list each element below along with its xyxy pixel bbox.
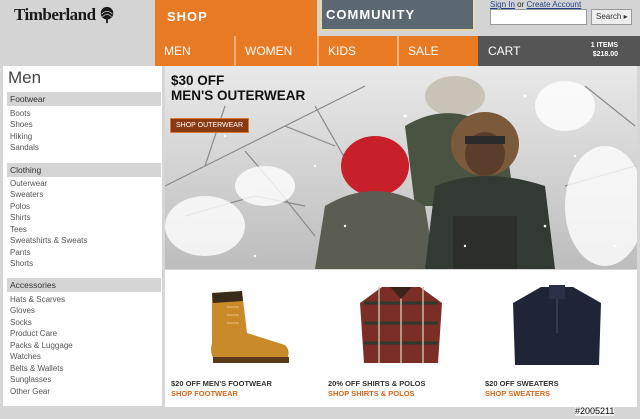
product-card-shirts[interactable]: 20% OFF SHIRTS & POLOS SHOP SHIRTS & POL… — [324, 273, 478, 398]
promo-shirts-text: 20% OFF SHIRTS & POLOS — [328, 379, 426, 388]
shop-shirts-link[interactable]: SHOP SHIRTS & POLOS — [328, 389, 415, 399]
nav-item-kids[interactable]: KIDS — [319, 36, 399, 66]
plaid-shirt-icon — [360, 287, 442, 363]
shop-sweaters-link[interactable]: SHOP SWEATERS — [485, 389, 550, 399]
product-card-sweaters[interactable]: $20 OFF SWEATERS SHOP SWEATERS — [481, 273, 635, 398]
image-watermark: #2005211 — [575, 406, 615, 416]
sidebar-link-other-gear[interactable]: Other Gear — [10, 387, 50, 396]
cart-button[interactable]: CART 1 ITEMS $218.00 — [478, 36, 640, 66]
sidebar-link-boots[interactable]: Boots — [10, 109, 30, 118]
brand-logo[interactable]: Timberland — [14, 5, 116, 25]
account-links: Sign In or Create Account — [490, 0, 581, 9]
sidebar-link-hiking[interactable]: Hiking — [10, 132, 32, 141]
tree-logo-icon — [100, 6, 113, 24]
section-heading-clothing[interactable]: Clothing — [7, 163, 161, 177]
hero-title-line2: MEN'S OUTERWEAR — [171, 88, 306, 103]
cart-label: CART — [488, 44, 521, 58]
nav-item-sale[interactable]: SALE — [399, 36, 478, 66]
nav-item-men[interactable]: MEN — [155, 36, 236, 66]
hero-title-line1: $30 OFF — [171, 73, 225, 88]
sidebar-link-belts-wallets[interactable]: Belts & Wallets — [10, 364, 64, 373]
product-promos: $20 OFF MEN'S FOOTWEAR SHOP FOOTWEAR 20%… — [165, 270, 637, 407]
shop-footwear-link[interactable]: SHOP FOOTWEAR — [171, 389, 238, 399]
tab-community[interactable]: COMMUNITY — [320, 0, 475, 31]
section-heading-footwear[interactable]: Footwear — [7, 92, 161, 106]
search-button[interactable]: Search ▸ — [591, 9, 632, 25]
nav-item-women[interactable]: WOMEN — [236, 36, 319, 66]
sidebar-link-outerwear[interactable]: Outerwear — [10, 179, 47, 188]
sidebar-link-hats-scarves[interactable]: Hats & Scarves — [10, 295, 65, 304]
tab-shop-label: SHOP — [167, 9, 208, 24]
category-nav: MEN WOMEN KIDS SALE — [155, 36, 478, 66]
tab-shop[interactable]: SHOP — [155, 0, 317, 36]
cart-item-count: 1 ITEMS — [590, 42, 618, 49]
sidebar-link-sweatshirts[interactable]: Sweatshirts & Sweats — [10, 236, 87, 245]
site-header: Timberland SHOP COMMUNITY Sign In or Cre… — [0, 0, 640, 66]
sidebar-link-product-care[interactable]: Product Care — [10, 329, 57, 338]
boot-icon — [211, 291, 289, 363]
sidebar-link-packs-luggage[interactable]: Packs & Luggage — [10, 341, 73, 350]
sidebar-link-sandals[interactable]: Sandals — [10, 143, 39, 152]
sidebar-link-socks[interactable]: Socks — [10, 318, 32, 327]
search-input[interactable] — [490, 9, 587, 25]
sidebar-link-shorts[interactable]: Shorts — [10, 259, 33, 268]
product-card-footwear[interactable]: $20 OFF MEN'S FOOTWEAR SHOP FOOTWEAR — [167, 273, 321, 398]
promo-sweaters-text: $20 OFF SWEATERS — [485, 379, 559, 388]
sidebar-link-tees[interactable]: Tees — [10, 225, 27, 234]
sidebar-link-pants[interactable]: Pants — [10, 248, 30, 257]
shop-outerwear-button[interactable]: SHOP OUTERWEAR — [170, 118, 250, 133]
cart-summary: 1 ITEMS $218.00 — [591, 41, 618, 59]
sidebar-link-sunglasses[interactable]: Sunglasses — [10, 375, 51, 384]
sidebar-link-sweaters[interactable]: Sweaters — [10, 190, 43, 199]
hero-banner[interactable]: $30 OFF MEN'S OUTERWEAR SHOP OUTERWEAR — [165, 66, 637, 269]
sidebar-link-shoes[interactable]: Shoes — [10, 120, 33, 129]
sidebar-link-watches[interactable]: Watches — [10, 352, 41, 361]
tab-community-label: COMMUNITY — [326, 7, 416, 22]
section-heading-accessories[interactable]: Accessories — [7, 278, 161, 292]
account-or-text: or — [517, 0, 525, 9]
promo-footwear-text: $20 OFF MEN'S FOOTWEAR — [171, 379, 272, 388]
sign-in-link[interactable]: Sign In — [490, 0, 515, 9]
category-sidebar: Men Footwear Boots Shoes Hiking Sandals … — [3, 66, 162, 406]
sidebar-link-polos[interactable]: Polos — [10, 202, 30, 211]
cart-total: $218.00 — [592, 51, 618, 58]
sidebar-title: Men — [8, 68, 42, 87]
sidebar-link-gloves[interactable]: Gloves — [10, 306, 35, 315]
sweater-icon — [513, 285, 601, 365]
create-account-link[interactable]: Create Account — [527, 0, 582, 9]
hero-title: $30 OFF MEN'S OUTERWEAR — [171, 73, 305, 103]
sidebar-link-shirts[interactable]: Shirts — [10, 213, 30, 222]
brand-name: Timberland — [14, 5, 96, 24]
